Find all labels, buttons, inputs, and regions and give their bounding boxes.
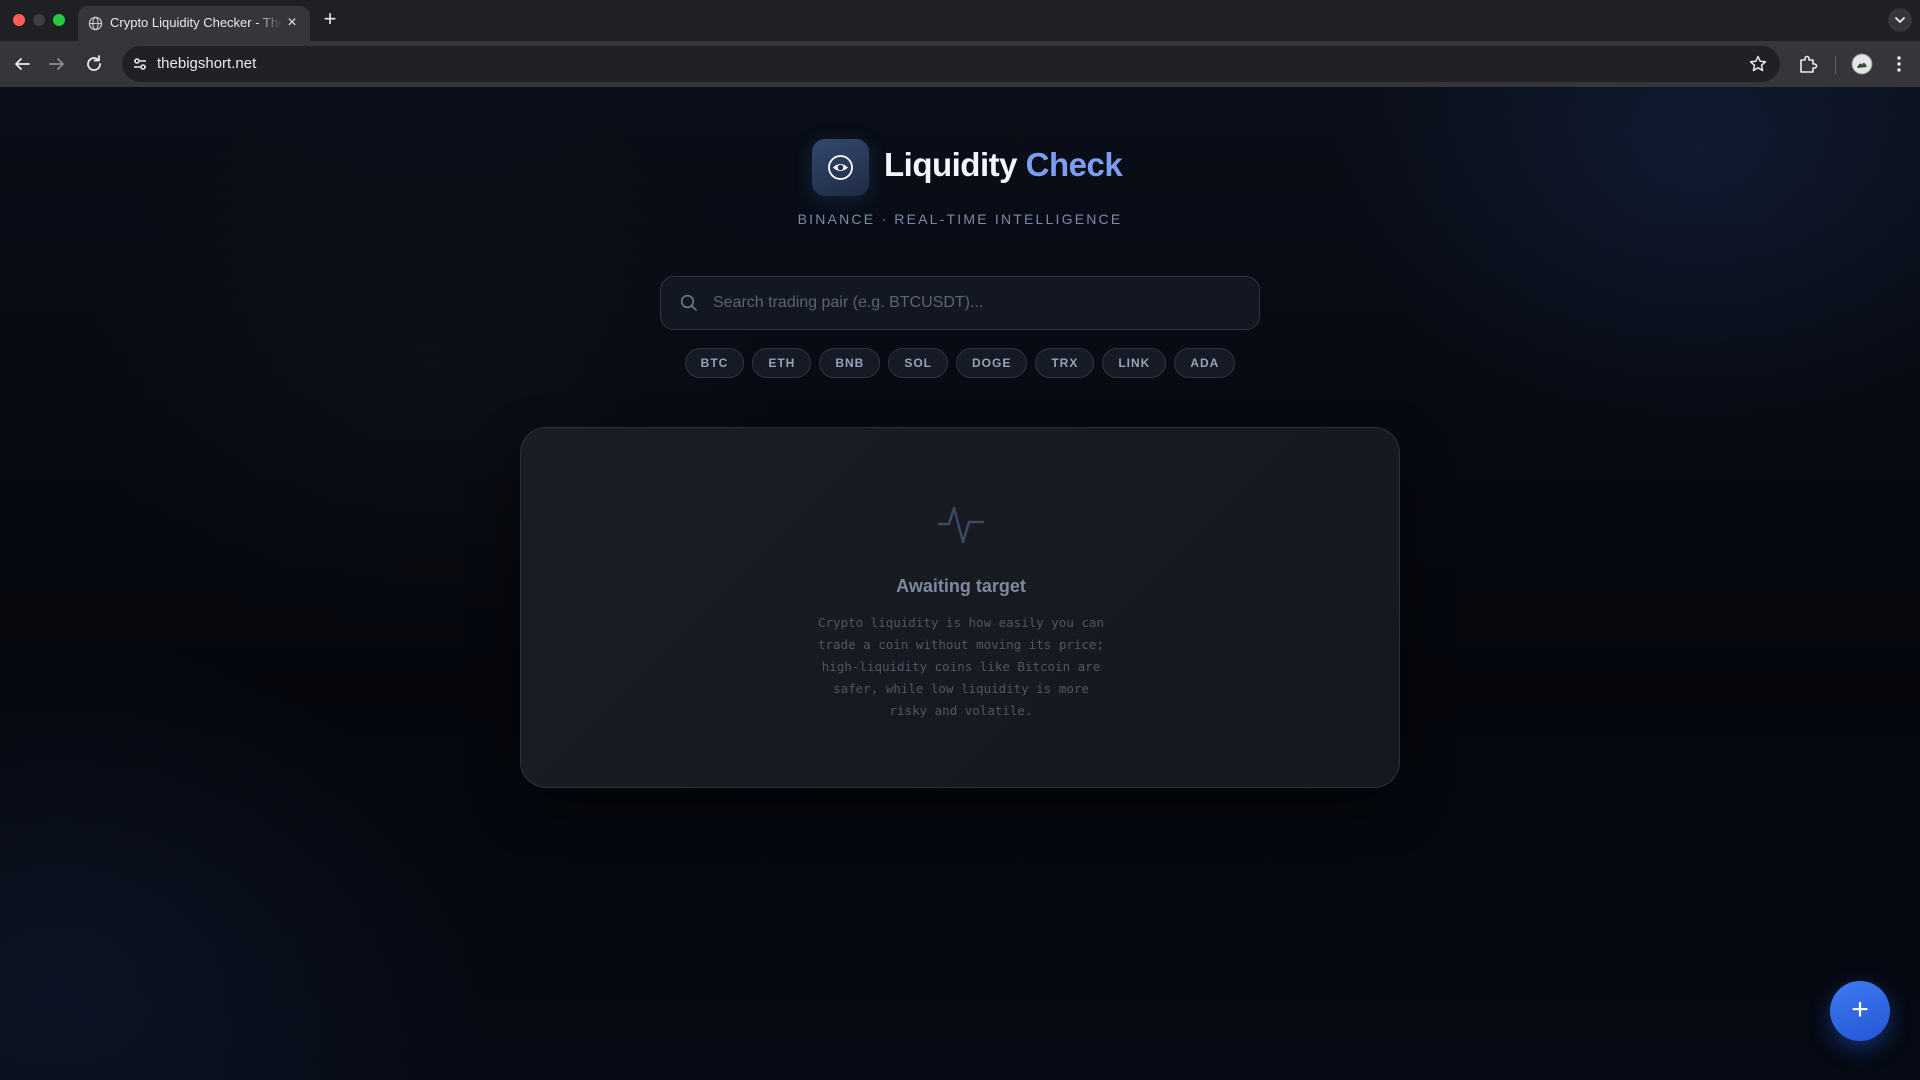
chip-eth[interactable]: ETH (752, 348, 812, 378)
empty-state-title: Awaiting target (896, 576, 1026, 596)
empty-state-card: Awaiting target Crypto liquidity is how … (520, 427, 1400, 788)
site-settings-icon[interactable] (130, 54, 150, 74)
app-title-accent: Check (1025, 146, 1123, 183)
search-input[interactable] (713, 277, 1243, 329)
search-icon (679, 293, 699, 313)
puzzle-icon (1800, 55, 1818, 73)
browser-menu-button[interactable] (1887, 52, 1911, 76)
page-content: Liquidity Check BINANCE · REAL-TIME INTE… (0, 87, 1920, 1080)
search-box[interactable] (660, 276, 1260, 330)
tab-search-button[interactable] (1888, 8, 1912, 32)
window-close-button[interactable] (13, 14, 25, 26)
globe-icon (88, 16, 103, 31)
window-maximize-button[interactable] (53, 14, 65, 26)
tab-close-icon[interactable]: × (284, 15, 300, 31)
app-logo (812, 139, 869, 196)
quick-pair-chips: BTC ETH BNB SOL DOGE TRX LINK ADA (0, 348, 1920, 378)
bookmark-star-icon[interactable] (1748, 54, 1768, 74)
avatar-icon (1851, 53, 1873, 75)
chip-btc[interactable]: BTC (684, 348, 745, 378)
window-minimize-button[interactable] (33, 14, 45, 26)
app-title-primary: Liquidity (884, 146, 1017, 183)
eye-icon (828, 155, 853, 180)
add-button[interactable]: + (1830, 981, 1890, 1041)
app-title: Liquidity Check (884, 146, 1123, 184)
tab-title: Crypto Liquidity Checker - The Big Short (110, 15, 282, 30)
arrow-left-icon (15, 58, 30, 70)
browser-tab-bar: Crypto Liquidity Checker - The Big Short… (0, 0, 1920, 41)
chip-doge[interactable]: DOGE (956, 348, 1028, 378)
back-button[interactable] (10, 52, 34, 76)
browser-tab-active[interactable]: Crypto Liquidity Checker - The Big Short… (78, 6, 310, 41)
reload-icon (87, 55, 101, 71)
new-tab-button[interactable]: + (318, 8, 342, 32)
kebab-menu-icon (1897, 56, 1901, 72)
reload-button[interactable] (82, 52, 106, 76)
toolbar-divider (1835, 56, 1836, 74)
url-text[interactable]: thebigshort.net (157, 55, 256, 72)
browser-toolbar: thebigshort.net (0, 41, 1920, 87)
chip-sol[interactable]: SOL (888, 348, 948, 378)
empty-state-description: Crypto liquidity is how easily you can t… (818, 615, 1104, 718)
profile-avatar[interactable] (1850, 52, 1874, 76)
chevron-down-icon (1895, 17, 1905, 23)
chip-ada[interactable]: ADA (1174, 348, 1236, 378)
address-bar[interactable]: thebigshort.net (122, 46, 1780, 82)
forward-button[interactable] (45, 52, 69, 76)
tagline: BINANCE · REAL-TIME INTELLIGENCE (797, 211, 1123, 227)
chip-bnb[interactable]: BNB (819, 348, 881, 378)
chip-trx[interactable]: TRX (1035, 348, 1095, 378)
arrow-right-icon (49, 58, 64, 70)
extensions-button[interactable] (1796, 52, 1820, 76)
activity-pulse-icon (937, 500, 985, 548)
chip-link[interactable]: LINK (1102, 348, 1167, 378)
